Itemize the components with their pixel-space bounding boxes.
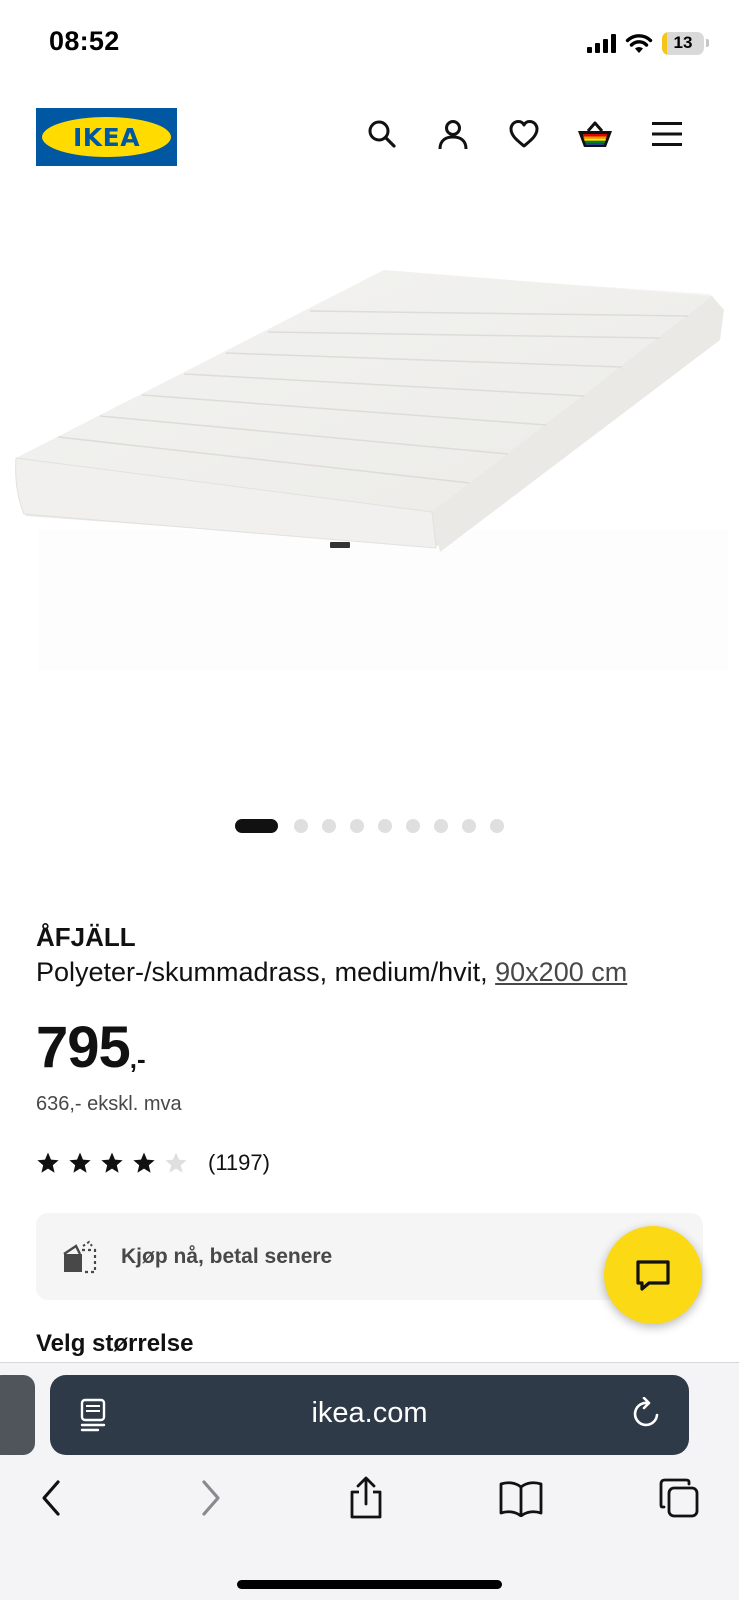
carousel-dot[interactable]: [462, 819, 476, 833]
bookmarks-icon[interactable]: [496, 1473, 546, 1523]
payment-wallet-icon: [63, 1240, 97, 1273]
product-description-text: Polyeter-/skummadrass, medium/hvit,: [36, 957, 496, 987]
heart-icon[interactable]: [504, 114, 544, 154]
bnpl-label: Kjøp nå, betal senere: [121, 1244, 333, 1268]
search-icon[interactable]: [362, 114, 402, 154]
carousel-dot[interactable]: [322, 819, 336, 833]
price-suffix: ,-: [129, 1044, 146, 1074]
share-icon[interactable]: [341, 1473, 391, 1523]
status-icons: 13: [587, 30, 709, 56]
wifi-icon: [625, 34, 653, 53]
menu-icon[interactable]: [647, 114, 687, 154]
star-filled-icon: [133, 1152, 155, 1173]
carousel-dot[interactable]: [350, 819, 364, 833]
product-rating[interactable]: (1197): [36, 1150, 270, 1176]
status-bar: 08:52 13: [0, 0, 739, 90]
reload-icon[interactable]: [631, 1397, 663, 1431]
user-icon[interactable]: [433, 114, 473, 154]
browser-toolbar: ikea.com: [0, 1362, 739, 1600]
buy-now-pay-later-banner[interactable]: Kjøp nå, betal senere: [36, 1213, 703, 1300]
cellular-signal-icon: [587, 33, 616, 53]
product-price: 795 ,-: [36, 1018, 146, 1078]
product-name: ÅFJÄLL: [36, 922, 136, 952]
previous-tab-preview[interactable]: [0, 1375, 35, 1455]
review-count: (1197): [208, 1150, 270, 1175]
size-section-heading: Velg størrelse: [36, 1330, 194, 1357]
star-filled-icon: [37, 1152, 59, 1173]
address-bar[interactable]: ikea.com: [50, 1375, 689, 1455]
navigation-toolbar: [0, 1473, 739, 1523]
forward-icon[interactable]: [186, 1473, 236, 1523]
price-integer: 795: [36, 1015, 131, 1080]
battery-indicator: 13: [662, 31, 709, 55]
price-excluding-vat: 636,- ekskl. mva: [36, 1093, 182, 1115]
back-icon[interactable]: [26, 1473, 76, 1523]
product-description: Polyeter-/skummadrass, medium/hvit, 90x2…: [36, 957, 627, 988]
battery-level: 13: [673, 32, 693, 52]
tabs-icon[interactable]: [654, 1473, 704, 1523]
carousel-dot[interactable]: [434, 819, 448, 833]
star-empty-icon: [165, 1152, 187, 1173]
basket-icon[interactable]: [575, 114, 615, 154]
ikea-logo[interactable]: IKEA: [36, 108, 177, 166]
carousel-dot[interactable]: [490, 819, 504, 833]
star-filled-icon: [101, 1152, 123, 1173]
carousel-dot[interactable]: [235, 819, 278, 833]
chat-icon: [636, 1260, 670, 1291]
home-indicator: [237, 1580, 502, 1589]
star-filled-icon: [69, 1152, 91, 1173]
chat-button[interactable]: [604, 1226, 702, 1324]
product-size-link[interactable]: 90x200 cm: [495, 957, 627, 987]
status-time: 08:52: [49, 26, 120, 56]
image-carousel-dots: [0, 818, 739, 834]
product-image[interactable]: [0, 240, 739, 680]
rating-stars: [36, 1151, 196, 1175]
site-header: IKEA: [0, 100, 739, 172]
logo-text: IKEA: [72, 122, 141, 152]
carousel-dot[interactable]: [294, 819, 308, 833]
carousel-dot[interactable]: [406, 819, 420, 833]
carousel-dot[interactable]: [378, 819, 392, 833]
url-text: ikea.com: [311, 1397, 428, 1429]
